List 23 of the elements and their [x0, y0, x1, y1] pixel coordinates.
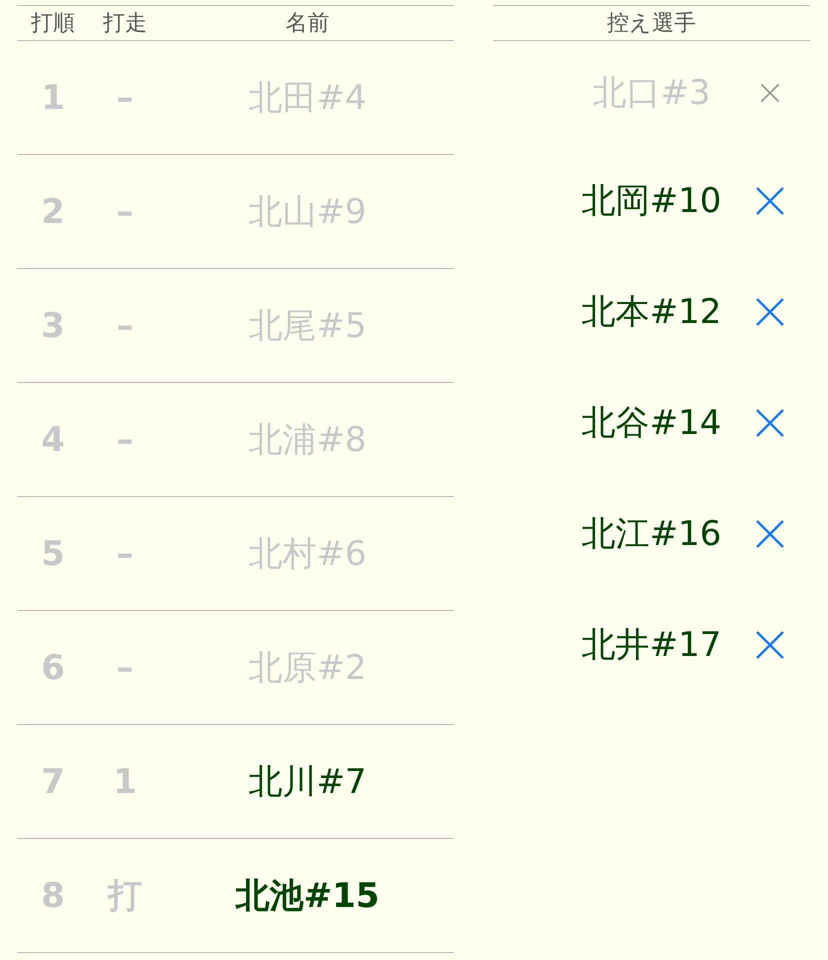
bench-player-name: 北岡#10	[580, 180, 722, 222]
player-name[interactable]: 北池#15	[161, 872, 454, 918]
close-icon	[755, 518, 785, 548]
close-icon	[755, 630, 785, 660]
close-icon	[755, 296, 785, 326]
close-icon	[755, 408, 785, 438]
column-header: 打走	[102, 10, 148, 38]
close-icon	[755, 186, 785, 216]
bench-player-name: 北江#16	[580, 512, 722, 556]
runner-mark: –	[116, 420, 134, 460]
runner-mark: –	[116, 534, 134, 574]
column-header: 打順	[30, 10, 76, 38]
close-icon	[760, 83, 780, 103]
bench-player-name: 北井#17	[580, 624, 722, 666]
bench-player-name: 北本#12	[580, 290, 722, 334]
runner-mark: –	[116, 192, 134, 232]
runner-mark: –	[116, 78, 134, 118]
column-header: 名前	[284, 10, 330, 38]
column-header: 控え選手	[607, 10, 696, 38]
runner-mark: –	[116, 648, 134, 688]
runner-mark: –	[116, 306, 134, 346]
bench-player-name: 北谷#14	[580, 402, 722, 444]
player-name[interactable]: 北川#7	[161, 758, 454, 804]
